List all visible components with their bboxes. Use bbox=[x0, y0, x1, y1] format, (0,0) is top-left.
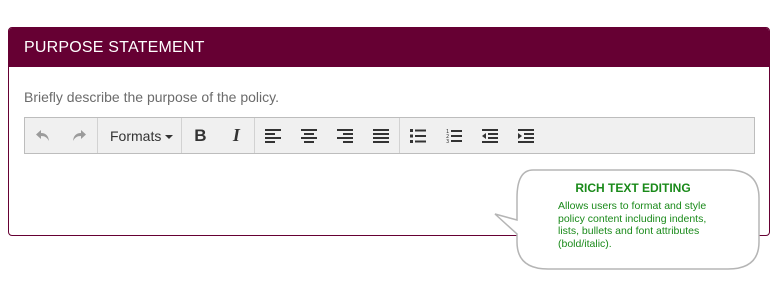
rich-text-callout: RICH TEXT EDITING Allows users to format… bbox=[493, 168, 763, 272]
panel-header: PURPOSE STATEMENT bbox=[9, 28, 769, 67]
font-style-group: B I bbox=[181, 118, 254, 153]
align-left-icon bbox=[265, 128, 282, 143]
formats-group: Formats bbox=[97, 118, 181, 153]
align-justify-button[interactable] bbox=[363, 118, 399, 153]
numbered-list-button[interactable]: 1 2 3 bbox=[436, 118, 472, 153]
align-justify-icon bbox=[373, 128, 390, 143]
outdent-button[interactable] bbox=[472, 118, 508, 153]
align-center-icon bbox=[301, 128, 318, 143]
bold-button[interactable]: B bbox=[182, 118, 218, 153]
italic-icon: I bbox=[232, 125, 240, 145]
align-right-button[interactable] bbox=[327, 118, 363, 153]
indent-icon bbox=[518, 128, 535, 143]
outdent-icon bbox=[482, 128, 499, 143]
bullet-list-icon bbox=[410, 128, 427, 143]
svg-text:3: 3 bbox=[446, 139, 449, 143]
undo-button[interactable] bbox=[25, 118, 61, 153]
callout-title: RICH TEXT EDITING bbox=[575, 181, 691, 195]
redo-button[interactable] bbox=[61, 118, 97, 153]
history-group bbox=[25, 118, 97, 153]
formats-label: Formats bbox=[110, 127, 162, 144]
formats-dropdown[interactable]: Formats bbox=[98, 118, 181, 153]
list-indent-group: 1 2 3 bbox=[399, 118, 544, 153]
bullet-list-button[interactable] bbox=[400, 118, 436, 153]
alignment-group bbox=[254, 118, 399, 153]
panel-description: Briefly describe the purpose of the poli… bbox=[24, 89, 279, 105]
bold-icon: B bbox=[194, 125, 207, 145]
callout-body: Allows users to format and style policy … bbox=[558, 200, 707, 250]
indent-button[interactable] bbox=[508, 118, 544, 153]
chevron-down-icon bbox=[165, 134, 174, 139]
italic-button[interactable]: I bbox=[218, 118, 254, 153]
editor-toolbar: Formats B I 1 2 3 bbox=[24, 117, 755, 154]
align-right-icon bbox=[337, 128, 354, 143]
align-center-button[interactable] bbox=[291, 118, 327, 153]
redo-icon bbox=[73, 129, 86, 141]
align-left-button[interactable] bbox=[255, 118, 291, 153]
undo-icon bbox=[36, 129, 49, 141]
numbered-list-icon: 1 2 3 bbox=[446, 129, 463, 143]
